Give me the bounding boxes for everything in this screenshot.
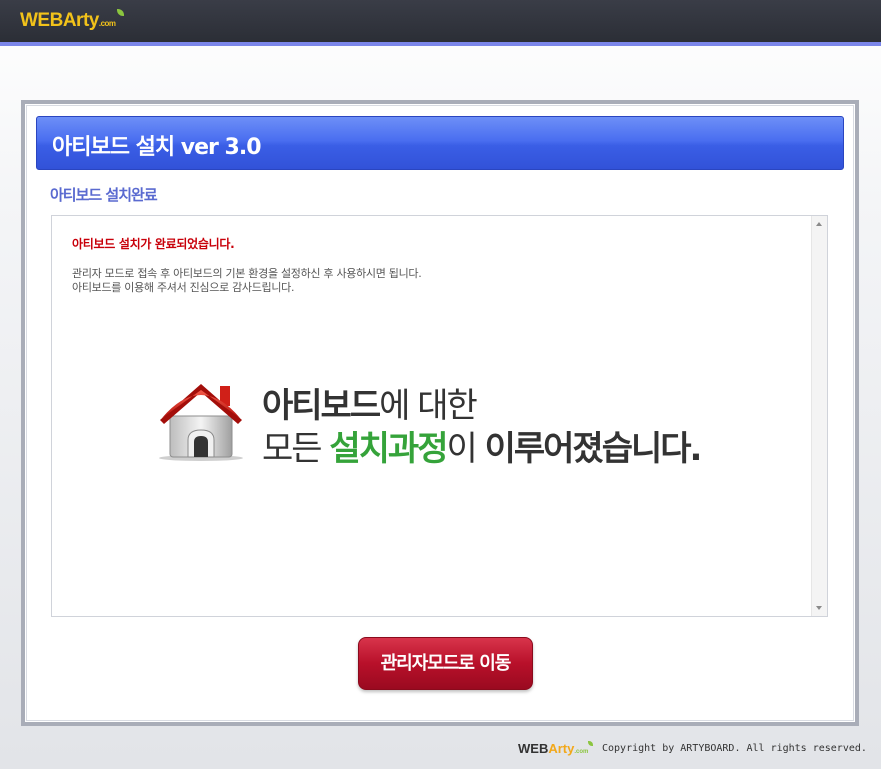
content-scrollbar[interactable] <box>811 216 827 616</box>
completion-message-box: 아티보드 설치가 완료되었습니다. 관리자 모드로 접속 후 아티보드의 기본 … <box>51 215 828 617</box>
banner-emphasis: 이루어졌습니다. <box>484 429 703 469</box>
leaf-icon <box>116 9 124 16</box>
installer-title: 아티보드 설치 ver 3.0 <box>52 135 262 160</box>
admin-mode-button[interactable]: 관리자모드로 이동 <box>358 637 533 690</box>
footer-logo-arty: Arty <box>548 741 575 756</box>
banner-text: 이 <box>446 429 485 469</box>
logo-main-text: WEBArty <box>20 10 99 31</box>
banner-emphasis: 아티보드 <box>262 386 381 426</box>
webarty-logo[interactable]: WEBArty.com <box>20 9 124 32</box>
header-accent-line <box>0 42 881 46</box>
leaf-icon <box>588 741 594 746</box>
house-icon <box>159 384 243 461</box>
installer-panel: 아티보드 설치 ver 3.0 아티보드 설치완료 아티보드 설치가 완료되었습… <box>21 100 859 726</box>
installer-subtitle: 아티보드 설치완료 <box>50 186 158 204</box>
banner-line-2: 모든 설치과정이 이루어졌습니다. <box>262 421 703 470</box>
scroll-down-icon[interactable] <box>816 606 822 610</box>
completion-message-line: 아티보드를 이용해 주셔서 진심으로 감사드립니다. <box>72 281 295 294</box>
completion-message-title: 아티보드 설치가 완료되었습니다. <box>72 237 235 251</box>
banner-text: 모든 <box>262 429 330 469</box>
copyright-text: Copyright by ARTYBOARD. All rights reser… <box>602 743 867 754</box>
top-header-bar: WEBArty.com <box>0 0 881 42</box>
logo-domain-text: .com <box>98 19 116 28</box>
banner-text: 에 대한 <box>379 386 478 426</box>
footer-webarty-logo: WEBArty.com <box>518 741 594 756</box>
scroll-up-icon[interactable] <box>816 222 822 226</box>
footer-logo-web: WEB <box>518 741 549 756</box>
banner-line-1: 아티보드에 대한 <box>262 378 478 427</box>
footer-logo-domain: .com <box>574 749 589 755</box>
banner-green-emphasis: 설치과정 <box>329 429 448 469</box>
installer-title-bar: 아티보드 설치 ver 3.0 <box>36 116 844 170</box>
